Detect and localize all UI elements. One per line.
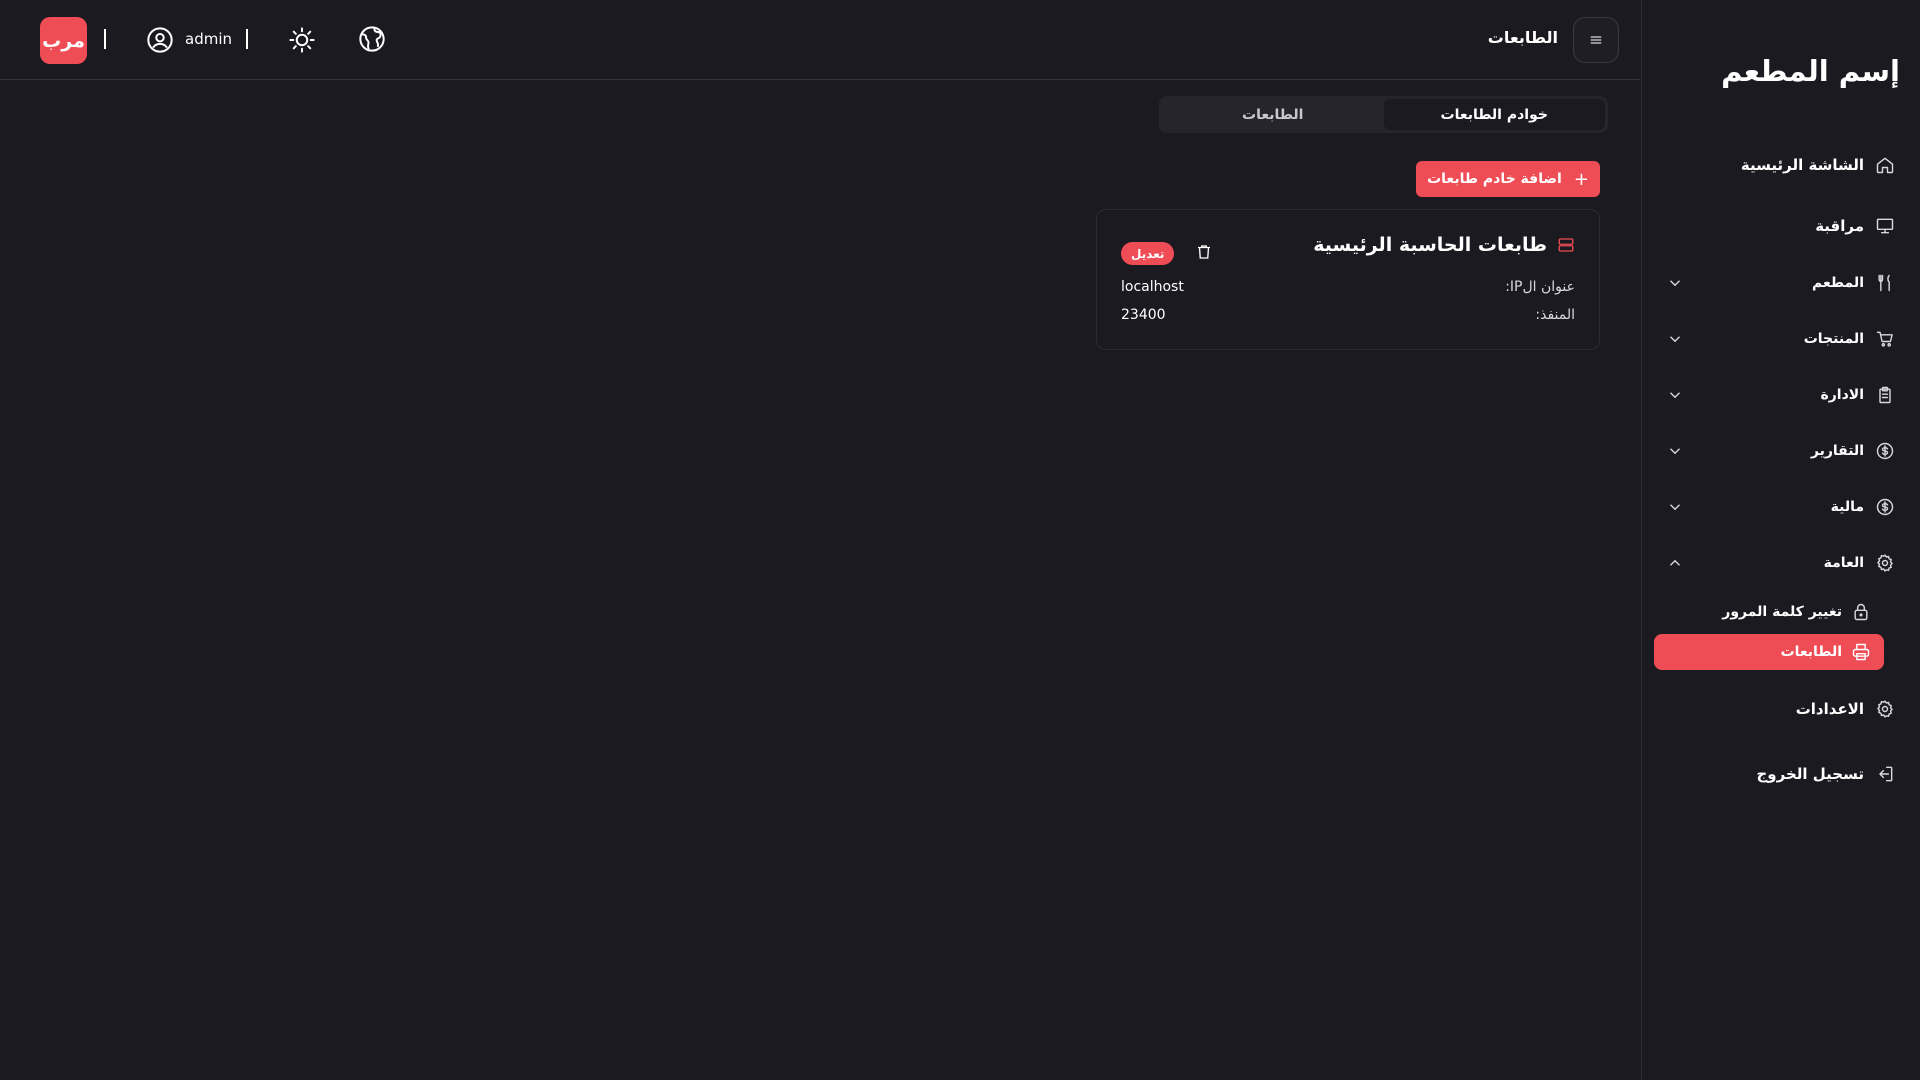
sidebar-item-restaurant[interactable]: المطعم — [1666, 267, 1896, 299]
lock-icon — [1850, 601, 1872, 623]
chevron-down-icon[interactable] — [1666, 442, 1684, 460]
sidebar-item-general[interactable]: العامة — [1666, 547, 1896, 579]
gear-icon — [1874, 552, 1896, 574]
chevron-down-icon[interactable] — [1666, 274, 1684, 292]
menu-toggle-button[interactable] — [1573, 17, 1619, 63]
plus-icon: + — [1573, 168, 1589, 190]
port-value: 23400 — [1121, 307, 1166, 323]
app-logo[interactable]: مرب — [40, 17, 87, 64]
sidebar-subitem-label: الطابعات — [1780, 644, 1842, 660]
chevron-down-icon[interactable] — [1666, 330, 1684, 348]
server-icon — [1557, 236, 1575, 254]
cart-icon — [1874, 328, 1896, 350]
restaurant-name: إسم المطعم — [1721, 54, 1900, 88]
card-title: طابعات الحاسبة الرئيسية — [1313, 234, 1575, 256]
sidebar-item-label: الاعدادات — [1795, 700, 1864, 718]
ip-label: عنوان الIP: — [1505, 279, 1575, 295]
sidebar-item-label: تسجيل الخروج — [1756, 765, 1865, 783]
tab-printers[interactable]: الطابعات — [1162, 99, 1384, 130]
sidebar-item-logout[interactable]: تسجيل الخروج — [1666, 758, 1896, 790]
sidebar-item-settings[interactable]: الاعدادات — [1666, 693, 1896, 725]
sidebar-item-monitoring[interactable]: مراقبة — [1666, 210, 1896, 242]
sidebar-item-home[interactable]: الشاشة الرئيسية — [1666, 149, 1896, 181]
sun-icon[interactable] — [288, 26, 316, 54]
hamburger-icon — [1590, 36, 1602, 44]
sidebar-item-label: المطعم — [1812, 275, 1864, 291]
logout-icon — [1874, 763, 1896, 785]
utensils-icon — [1874, 272, 1896, 294]
chevron-up-icon[interactable] — [1666, 554, 1684, 572]
sidebar: إسم المطعم الشاشة الرئيسية مراقبة المطعم… — [1641, 0, 1920, 1080]
tab-printer-servers[interactable]: خوادم الطابعات — [1383, 99, 1605, 130]
printer-server-card: طابعات الحاسبة الرئيسية تعديل عنوان الIP… — [1096, 209, 1600, 350]
divider — [104, 29, 106, 49]
card-title-text: طابعات الحاسبة الرئيسية — [1313, 234, 1547, 256]
user-avatar-icon[interactable] — [146, 26, 174, 54]
add-printer-server-button[interactable]: + اضافة خادم طابعات — [1416, 161, 1600, 197]
sidebar-item-label: مراقبة — [1815, 217, 1864, 235]
ip-value: localhost — [1121, 279, 1184, 295]
sidebar-item-label: الادارة — [1820, 387, 1864, 403]
page-title: الطابعات — [1487, 28, 1558, 47]
sidebar-item-products[interactable]: المنتجات — [1666, 323, 1896, 355]
trash-icon[interactable] — [1195, 243, 1215, 263]
sidebar-subitem-label: تغيير كلمة المرور — [1722, 604, 1842, 620]
sidebar-item-management[interactable]: الادارة — [1666, 379, 1896, 411]
divider — [246, 29, 248, 49]
port-label: المنفذ: — [1535, 307, 1575, 323]
clipboard-icon — [1874, 384, 1896, 406]
gear-icon — [1874, 698, 1896, 720]
sidebar-item-finance[interactable]: مالية — [1666, 491, 1896, 523]
chevron-down-icon[interactable] — [1666, 498, 1684, 516]
sidebar-item-label: العامة — [1823, 555, 1864, 571]
edit-button[interactable]: تعديل — [1121, 242, 1175, 265]
printer-tabs: خوادم الطابعات الطابعات — [1159, 96, 1608, 133]
sidebar-item-label: المنتجات — [1803, 331, 1864, 347]
sidebar-subitem-printers[interactable]: الطابعات — [1654, 634, 1884, 670]
sidebar-item-reports[interactable]: التقارير — [1666, 435, 1896, 467]
language-globe-icon[interactable] — [358, 25, 386, 53]
top-header: الطابعات مرب admin — [0, 0, 1640, 80]
sidebar-item-label: التقارير — [1810, 443, 1864, 459]
add-button-label: اضافة خادم طابعات — [1427, 171, 1562, 187]
monitor-icon — [1874, 215, 1896, 237]
printer-icon — [1850, 641, 1872, 663]
sidebar-item-label: الشاشة الرئيسية — [1740, 156, 1864, 174]
chevron-down-icon[interactable] — [1666, 386, 1684, 404]
username[interactable]: admin — [185, 30, 232, 48]
sidebar-item-label: مالية — [1830, 499, 1864, 515]
dollar-icon — [1874, 440, 1896, 462]
home-icon — [1874, 154, 1896, 176]
sidebar-subitem-change-password[interactable]: تغيير كلمة المرور — [1690, 597, 1872, 627]
dollar-icon — [1874, 496, 1896, 518]
